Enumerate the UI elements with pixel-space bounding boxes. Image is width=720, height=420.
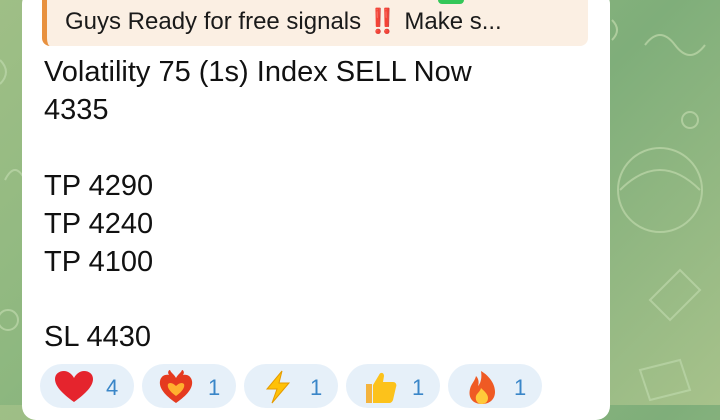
reaction-fire[interactable]: 1	[448, 364, 542, 408]
take-profit-1: TP 4290	[44, 170, 154, 202]
reaction-red-heart[interactable]: 4	[40, 364, 134, 408]
reaction-count: 1	[208, 375, 221, 400]
reaction-heart-on-fire[interactable]: 1	[142, 364, 236, 408]
take-profit-3: TP 4100	[44, 246, 154, 278]
heart-on-fire-icon	[159, 370, 193, 403]
reply-attachment-marker	[438, 0, 464, 4]
take-profit-2: TP 4240	[44, 208, 154, 240]
reaction-thumbs-up[interactable]: 1	[346, 364, 440, 408]
reaction-lightning[interactable]: 1	[244, 364, 338, 408]
reaction-count: 1	[412, 375, 425, 400]
stop-loss: SL 4430	[44, 321, 151, 353]
reaction-count: 1	[514, 375, 527, 400]
signal-entry-price: 4335	[44, 94, 109, 126]
reaction-count: 4	[106, 375, 119, 400]
reply-preview-text: Guys Ready for free signals ‼️ Make s...	[65, 8, 502, 35]
fire-icon	[469, 371, 495, 404]
reply-preview[interactable]: Guys Ready for free signals ‼️ Make s...	[42, 0, 588, 46]
thumbs-up-icon	[366, 372, 397, 403]
lightning-icon	[265, 370, 291, 404]
reaction-count: 1	[310, 375, 323, 400]
signal-headline: Volatility 75 (1s) Index SELL Now	[44, 56, 472, 88]
red-heart-icon	[55, 371, 93, 402]
